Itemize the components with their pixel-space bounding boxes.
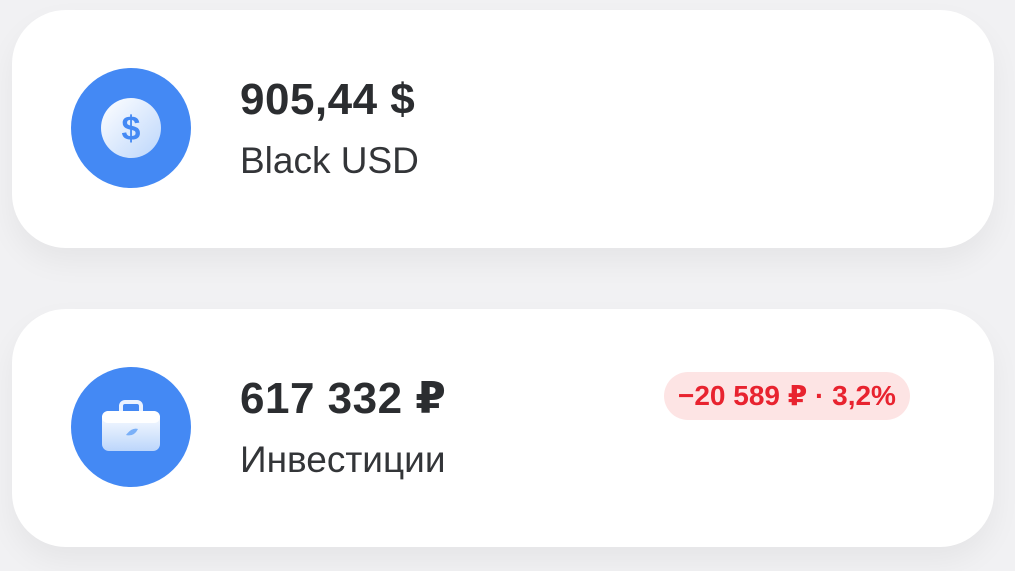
- briefcase-icon: [71, 367, 191, 487]
- dollar-coin-icon: $: [71, 68, 191, 188]
- account-card-investments[interactable]: 617 332 ₽ Инвестиции −20 589 ₽ · 3,2%: [12, 309, 994, 547]
- account-balance: 617 332 ₽: [240, 374, 447, 423]
- account-card-black-usd[interactable]: $ 905,44 $ Black USD: [12, 10, 994, 248]
- account-name: Инвестиции: [240, 439, 446, 480]
- change-badge: −20 589 ₽ · 3,2%: [664, 372, 910, 420]
- svg-text:$: $: [122, 110, 141, 148]
- account-balance: 905,44 $: [240, 75, 416, 124]
- account-name: Black USD: [240, 140, 419, 181]
